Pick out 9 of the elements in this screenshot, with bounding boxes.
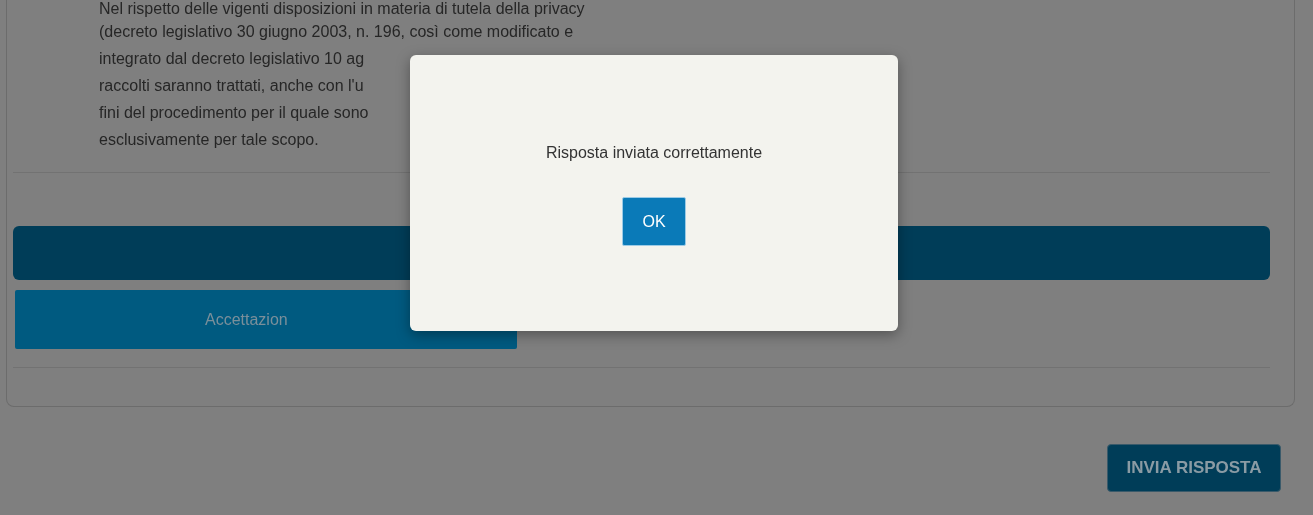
- paragraph-line: (decreto legislativo 30 giugno 2003, n. 196, così come modificato e: [99, 22, 574, 42]
- paragraph-line: raccolti saranno trattati, anche con l'u: [99, 76, 364, 96]
- submit-button[interactable]: INVIA RISPOSTA: [1107, 444, 1281, 492]
- paragraph-line: integrato dal decreto legislativo 10 ag: [99, 49, 365, 69]
- ok-button[interactable]: OK: [622, 197, 686, 246]
- paragraph-line: Nel rispetto delle vigenti disposizioni in materia di tutela della privacy: [99, 0, 585, 18]
- paragraph-line: esclusivamente per tale scopo.: [99, 130, 319, 150]
- dialog-message: Risposta inviata correttamente: [545, 143, 763, 163]
- paragraph-line: fini del procedimento per il quale sono: [99, 103, 369, 123]
